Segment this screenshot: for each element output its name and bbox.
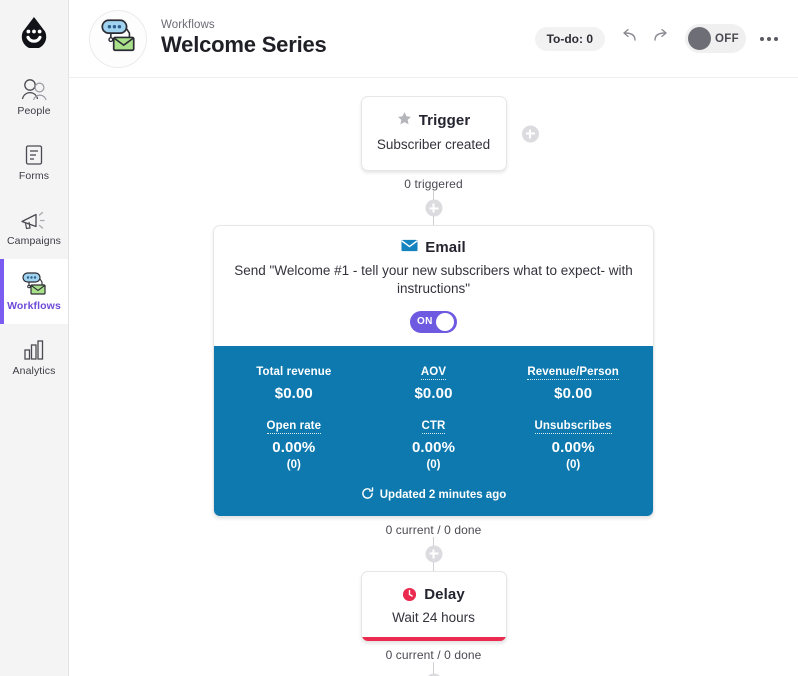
trigger-node[interactable]: Trigger Subscriber created: [360, 96, 539, 172]
email-caption: 0 current / 0 done: [385, 522, 482, 537]
breadcrumb[interactable]: Workflows: [161, 19, 327, 31]
add-step-button[interactable]: [425, 545, 442, 563]
email-title: Email: [425, 239, 466, 257]
people-icon: [19, 76, 49, 102]
connector-delay-next: [425, 661, 442, 676]
email-enabled-toggle[interactable]: ON: [410, 310, 457, 333]
add-step-button[interactable]: [425, 199, 442, 217]
stat-value: 0.00%: [272, 438, 316, 456]
add-branch-button[interactable]: [521, 125, 539, 143]
email-node[interactable]: Email Send "Welcome #1 - tell your new s…: [213, 225, 654, 517]
stat-count: (0): [286, 458, 301, 471]
workflow-avatar: [89, 9, 147, 68]
header-actions: To-do: 0 OFF: [534, 24, 780, 53]
sidebar-item-label: Analytics: [12, 365, 56, 377]
sidebar-item-analytics[interactable]: Analytics: [0, 324, 68, 389]
stat-label[interactable]: Open rate: [266, 420, 322, 434]
workflow-flow: Trigger Subscriber created 0 triggered E…: [69, 78, 798, 676]
analytics-icon: [21, 336, 47, 362]
stats-updated-row[interactable]: Updated 2 minutes ago: [224, 486, 643, 503]
redo-button[interactable]: [651, 28, 673, 50]
toggle-knob: [688, 27, 711, 50]
forms-icon: [22, 141, 46, 167]
delay-caption: 0 current / 0 done: [385, 647, 482, 662]
sidebar-item-forms[interactable]: Forms: [0, 129, 68, 194]
stat-total-revenue: Total revenue $0.00: [224, 362, 364, 402]
toggle-state-label: OFF: [715, 32, 739, 45]
stat-value: $0.00: [414, 384, 453, 402]
app-root: People Forms Campaigns Workflows Analyti…: [0, 0, 798, 676]
undo-button[interactable]: [617, 28, 639, 50]
sidebar-item-label: People: [17, 105, 51, 117]
sidebar-nav: People Forms Campaigns Workflows Analyti…: [0, 64, 68, 389]
trigger-card-title: Trigger: [376, 111, 492, 130]
sidebar-item-label: Forms: [18, 170, 50, 182]
email-toggle-label: ON: [417, 316, 433, 328]
page-title: Welcome Series: [161, 32, 327, 58]
stat-label[interactable]: CTR: [421, 420, 446, 434]
stat-value: 0.00%: [411, 438, 456, 456]
stat-aov: AOV $0.00: [364, 362, 504, 402]
more-options-icon: [760, 36, 764, 41]
clock-icon: [402, 587, 417, 602]
workflow-title-block: Workflows Welcome Series: [161, 19, 327, 57]
delay-subtitle: Wait 24 hours: [392, 609, 475, 625]
email-stats-panel: Total revenue $0.00 AOV $0.00 Revenue/Pe…: [214, 345, 653, 516]
stat-label[interactable]: AOV: [420, 366, 447, 380]
drip-logo-icon: [19, 16, 49, 48]
workflow-avatar-icon: [98, 17, 138, 60]
delay-node[interactable]: Delay Wait 24 hours: [360, 570, 507, 642]
delay-accent-bar: [361, 636, 506, 641]
stat-unsubscribes: Unsubscribes 0.00% (0): [503, 416, 643, 471]
stat-open-rate: Open rate 0.00% (0): [224, 416, 364, 471]
stat-label: Total revenue: [256, 365, 332, 378]
email-card-title: Email: [232, 239, 635, 256]
stat-label[interactable]: Unsubscribes: [534, 420, 612, 434]
trigger-caption: 0 triggered: [404, 177, 463, 192]
delay-title: Delay: [424, 585, 465, 603]
star-icon: [397, 111, 412, 130]
campaigns-icon: [19, 206, 49, 232]
main-area: Workflows Welcome Series To-do: 0 OFF Tr…: [69, 0, 798, 676]
stat-revenue-per-person: Revenue/Person $0.00: [503, 362, 643, 402]
toggle-knob: [436, 312, 454, 331]
redo-icon: [653, 28, 671, 49]
stat-count: (0): [426, 458, 441, 471]
stat-label[interactable]: Revenue/Person: [527, 366, 619, 380]
more-options-icon: [767, 36, 771, 41]
email-card[interactable]: Email Send "Welcome #1 - tell your new s…: [213, 225, 654, 517]
todo-badge[interactable]: To-do: 0: [534, 26, 605, 51]
refresh-icon: [361, 486, 374, 503]
primary-sidebar: People Forms Campaigns Workflows Analyti…: [0, 0, 69, 676]
more-options-icon: [774, 36, 778, 41]
trigger-subtitle: Subscriber created: [376, 137, 491, 152]
delay-card-title: Delay: [374, 586, 494, 603]
stat-ctr: CTR 0.00% (0): [364, 416, 504, 471]
workflow-power-toggle[interactable]: OFF: [685, 24, 746, 53]
connector-email-delay: [425, 536, 442, 571]
stat-value: $0.00: [274, 384, 313, 402]
workflows-icon: [20, 271, 48, 297]
stat-value: 0.00%: [551, 438, 595, 456]
brand-logo[interactable]: [0, 0, 68, 56]
connector-trigger-email: [425, 191, 442, 226]
sidebar-item-campaigns[interactable]: Campaigns: [0, 194, 68, 259]
undo-icon: [619, 28, 637, 49]
envelope-icon: [401, 239, 418, 256]
trigger-title: Trigger: [418, 112, 471, 129]
stats-grid: Total revenue $0.00 AOV $0.00 Revenue/Pe…: [224, 362, 643, 471]
workflow-canvas[interactable]: Trigger Subscriber created 0 triggered E…: [69, 78, 798, 676]
more-options-button[interactable]: [758, 31, 780, 47]
sidebar-item-workflows[interactable]: Workflows: [0, 259, 68, 324]
stat-count: (0): [566, 458, 581, 471]
trigger-card[interactable]: Trigger Subscriber created: [360, 96, 507, 172]
email-subtitle: Send "Welcome #1 - tell your new subscri…: [234, 263, 633, 297]
sidebar-item-label: Campaigns: [6, 235, 61, 247]
sidebar-item-people[interactable]: People: [0, 64, 68, 129]
sidebar-item-label: Workflows: [7, 300, 61, 312]
stat-value: $0.00: [554, 384, 593, 402]
delay-card[interactable]: Delay Wait 24 hours: [360, 570, 507, 642]
stats-updated-text: Updated 2 minutes ago: [379, 488, 507, 501]
workflow-header: Workflows Welcome Series To-do: 0 OFF: [69, 0, 798, 78]
